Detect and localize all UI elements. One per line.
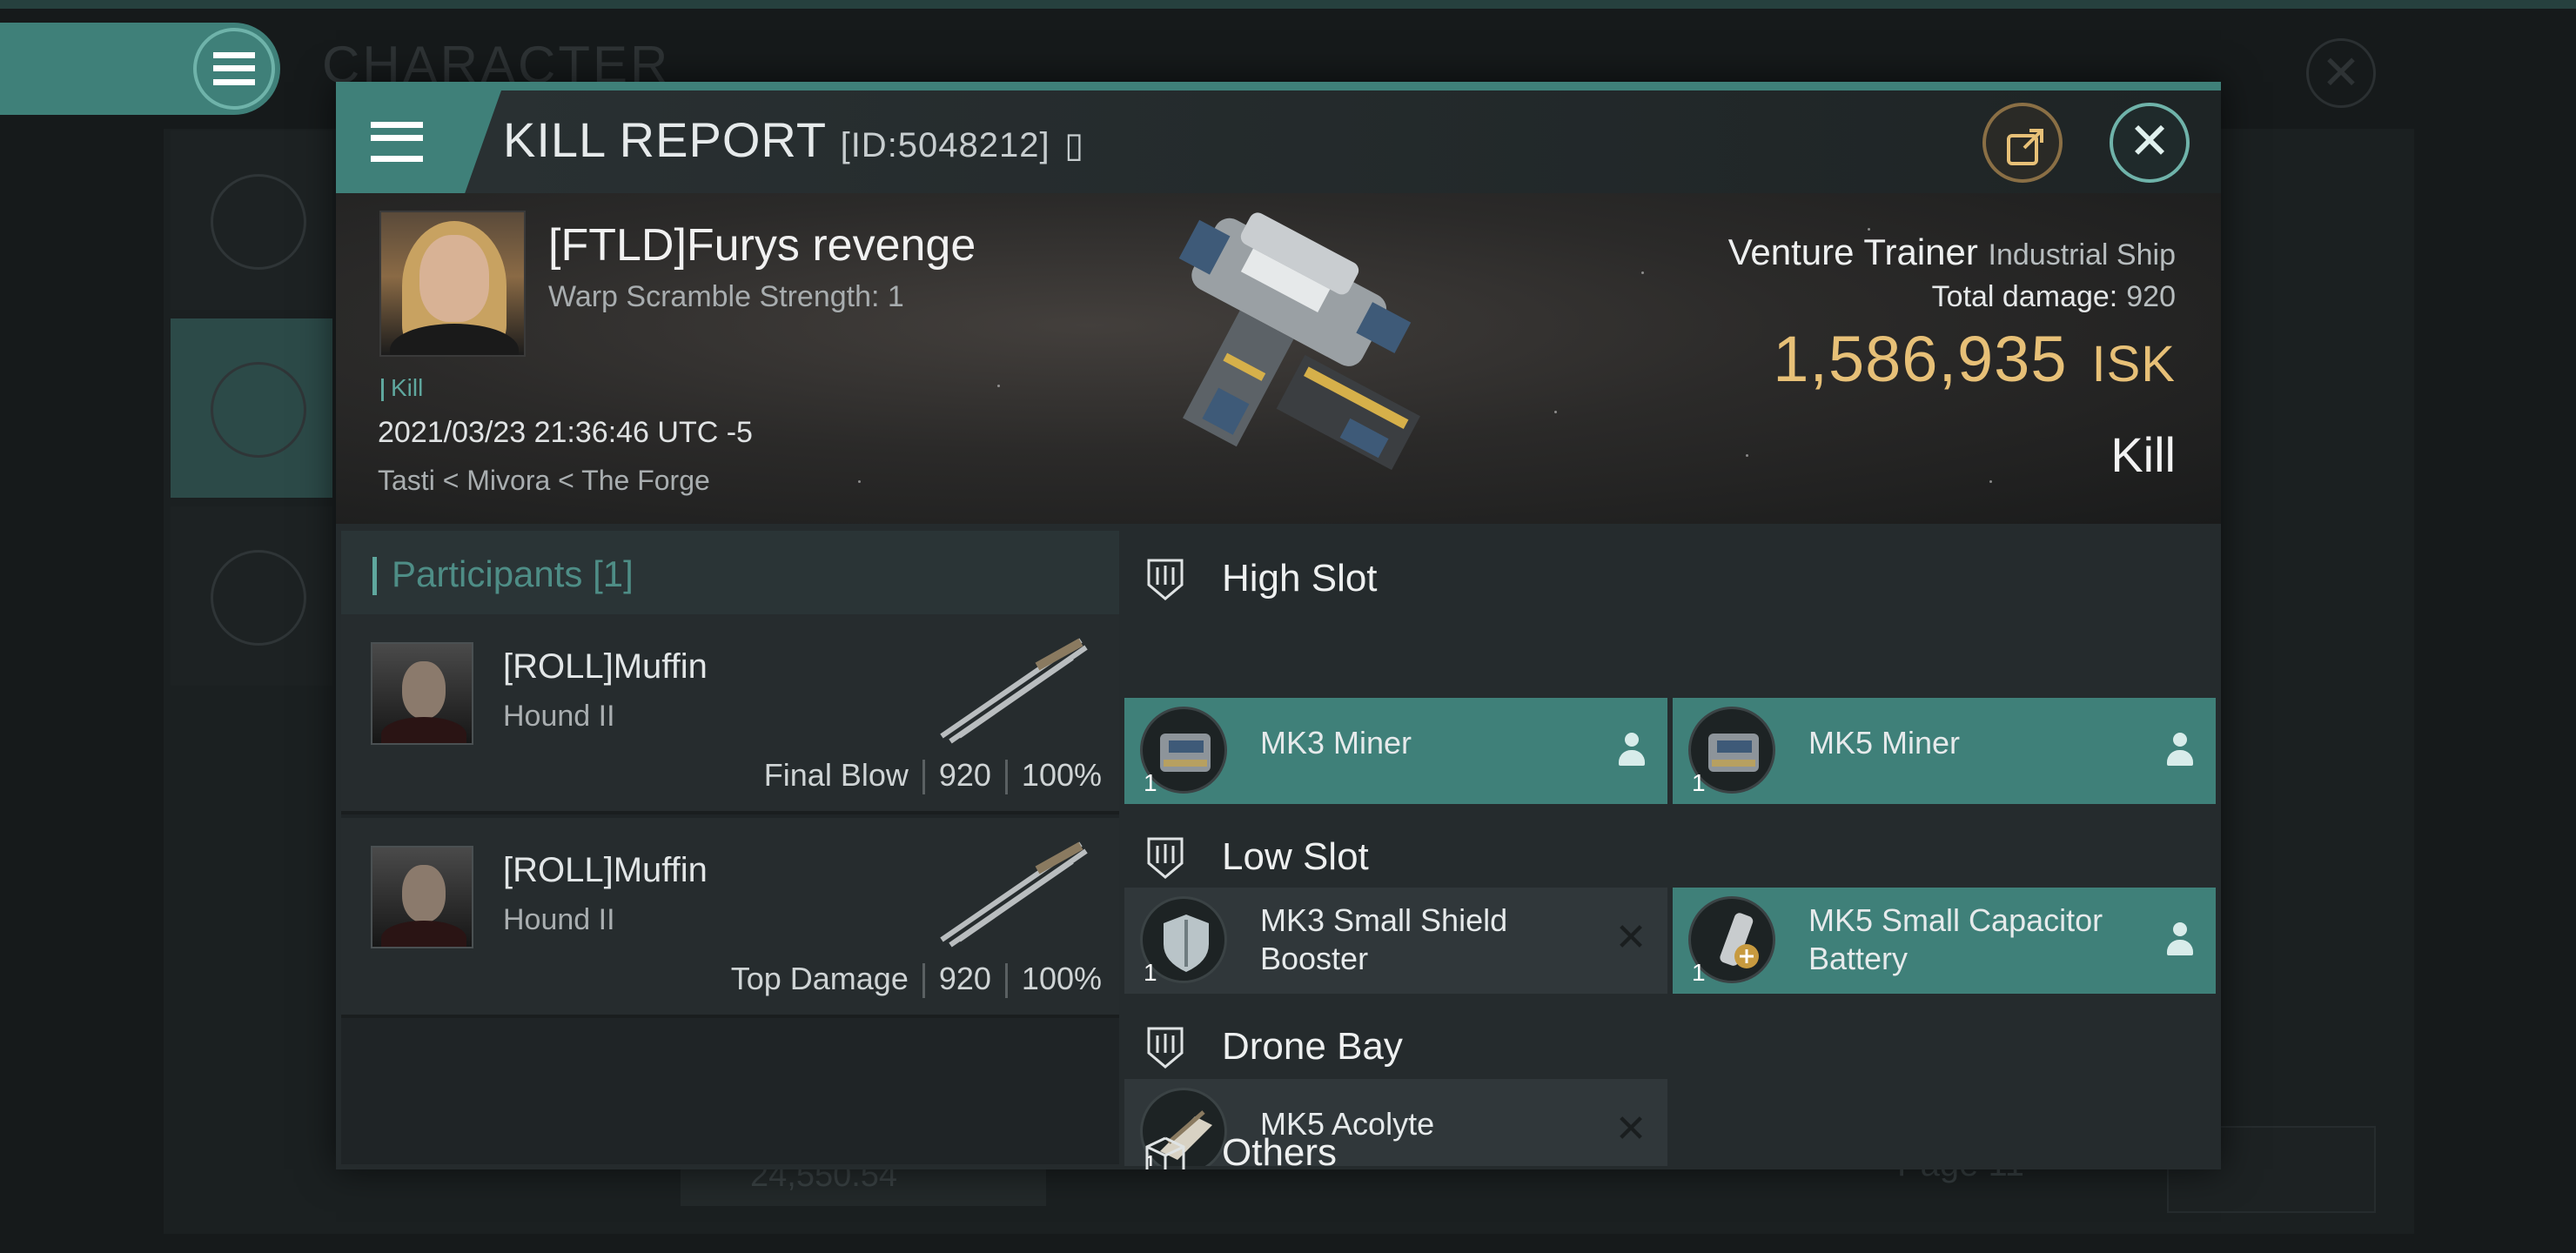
kill-result: Kill bbox=[2110, 427, 2176, 482]
kill-id: [ID:5048212] bbox=[840, 126, 1050, 164]
isk-value: 1,586,935 ISK bbox=[1773, 322, 2176, 396]
total-damage-label: Total damage: bbox=[1931, 280, 2118, 313]
high-slot-icon bbox=[1147, 559, 1184, 600]
fitting-slots-panel: High Slot 1 MK3 Miner 1 MK5 Miner Low Sl… bbox=[1124, 531, 2221, 1166]
participant-stats: Top Damage 920 100% bbox=[730, 961, 1102, 999]
close-icon: ✕ bbox=[2128, 113, 2171, 170]
warp-scramble-strength: Warp Scramble Strength: 1 bbox=[548, 280, 904, 313]
item-name: MK3 Miner bbox=[1260, 725, 1412, 761]
sidebar-combat-button[interactable] bbox=[171, 318, 332, 498]
person-icon bbox=[1617, 733, 1647, 767]
destroyed-x-icon: ✕ bbox=[1614, 916, 1647, 959]
ship-name[interactable]: Venture Trainer Industrial Ship bbox=[1728, 231, 2176, 273]
participant-portrait[interactable] bbox=[371, 642, 473, 745]
share-icon bbox=[2007, 129, 2043, 165]
dialog-title: KILL REPORT [ID:5048212] ▯ bbox=[503, 111, 1084, 168]
close-button[interactable]: ✕ bbox=[2110, 103, 2190, 183]
victim-banner: [FTLD]Furys revenge Warp Scramble Streng… bbox=[336, 193, 2221, 524]
participant-ship: Hound II bbox=[503, 903, 615, 936]
sidebar-star-button[interactable] bbox=[171, 506, 332, 686]
total-damage-value: 920 bbox=[2126, 280, 2176, 313]
drone-bay-header: Drone Bay bbox=[1124, 999, 2221, 1089]
slot-item[interactable]: 1 MK5 Small Capacitor Battery bbox=[1673, 888, 2216, 994]
drone-bay-icon bbox=[1147, 1027, 1184, 1069]
item-name: MK3 Small Shield Booster bbox=[1260, 902, 1508, 976]
box-icon bbox=[1145, 1136, 1185, 1169]
participant-name: [ROLL]Muffin bbox=[503, 851, 708, 889]
kill-datetime: 2021/03/23 21:36:46 UTC -5 bbox=[378, 416, 753, 449]
participant-portrait[interactable] bbox=[371, 846, 473, 948]
background-close-icon[interactable]: ✕ bbox=[2306, 38, 2376, 108]
participant-name: [ROLL]Muffin bbox=[503, 647, 708, 686]
participant-stats: Final Blow 920 100% bbox=[763, 757, 1102, 795]
participant-row[interactable]: [ROLL]Muffin Hound II Final Blow 920 100% bbox=[341, 614, 1119, 814]
sidebar-list-button[interactable] bbox=[171, 131, 332, 310]
victim-name[interactable]: [FTLD]Furys revenge bbox=[548, 219, 976, 271]
victim-portrait[interactable] bbox=[379, 211, 526, 357]
background-sidebar bbox=[171, 131, 332, 687]
dialog-title-text: KILL REPORT bbox=[503, 112, 827, 167]
others-header-row: Others bbox=[1124, 1131, 2221, 1169]
ship-name-text: Venture Trainer bbox=[1727, 231, 1978, 272]
slot-item[interactable]: 1 MK5 Miner bbox=[1673, 698, 2216, 804]
item-name: MK5 Small Capacitor Battery bbox=[1808, 902, 2103, 976]
participant-percent: 100% bbox=[1021, 757, 1102, 793]
slot-item[interactable]: 1 MK3 Small Shield Booster ✕ bbox=[1124, 888, 1667, 994]
kill-report-dialog: KILL REPORT [ID:5048212] ▯ ✕ [FTLD]Furys… bbox=[336, 82, 2221, 1169]
participant-damage: 920 bbox=[938, 757, 991, 793]
person-icon bbox=[2165, 733, 2195, 767]
copy-id-icon[interactable]: ▯ bbox=[1064, 126, 1084, 164]
kill-location[interactable]: Tasti < Mivora < The Forge bbox=[378, 465, 710, 497]
hamburger-icon bbox=[371, 122, 423, 162]
weapon-icon bbox=[940, 638, 1088, 744]
low-slot-icon bbox=[1147, 837, 1184, 879]
isk-unit: ISK bbox=[2091, 336, 2176, 392]
ship-class: Industrial Ship bbox=[1988, 238, 2176, 271]
kill-tag: Kill bbox=[381, 374, 423, 402]
participant-percent: 100% bbox=[1021, 961, 1102, 996]
slot-item[interactable]: 1 MK3 Miner bbox=[1124, 698, 1667, 804]
dialog-accent-bar bbox=[336, 82, 2221, 90]
total-damage: Total damage: 920 bbox=[1932, 280, 2176, 314]
participant-ship: Hound II bbox=[503, 700, 615, 733]
weapon-icon bbox=[940, 841, 1088, 948]
participant-role: Final Blow bbox=[763, 757, 909, 793]
top-accent-line bbox=[0, 0, 2576, 9]
high-slot-header: High Slot bbox=[1124, 531, 2221, 621]
main-menu-button[interactable] bbox=[0, 23, 280, 115]
isk-amount: 1,586,935 bbox=[1773, 323, 2068, 395]
participants-panel: Participants [1] [ROLL]Muffin Hound II F… bbox=[341, 531, 1119, 1164]
participant-role: Top Damage bbox=[730, 961, 909, 996]
person-icon bbox=[2165, 922, 2195, 957]
menu-icon bbox=[193, 28, 275, 110]
ship-image[interactable] bbox=[1093, 211, 1493, 506]
share-button[interactable] bbox=[1982, 103, 2063, 183]
participant-damage: 920 bbox=[938, 961, 991, 996]
participants-header[interactable]: Participants [1] bbox=[341, 531, 1119, 614]
participants-title: Participants [1] bbox=[392, 553, 634, 594]
participant-row[interactable]: [ROLL]Muffin Hound II Top Damage 920 100% bbox=[341, 818, 1119, 1018]
low-slot-header: Low Slot bbox=[1124, 809, 2221, 900]
item-name: MK5 Miner bbox=[1808, 725, 1961, 761]
